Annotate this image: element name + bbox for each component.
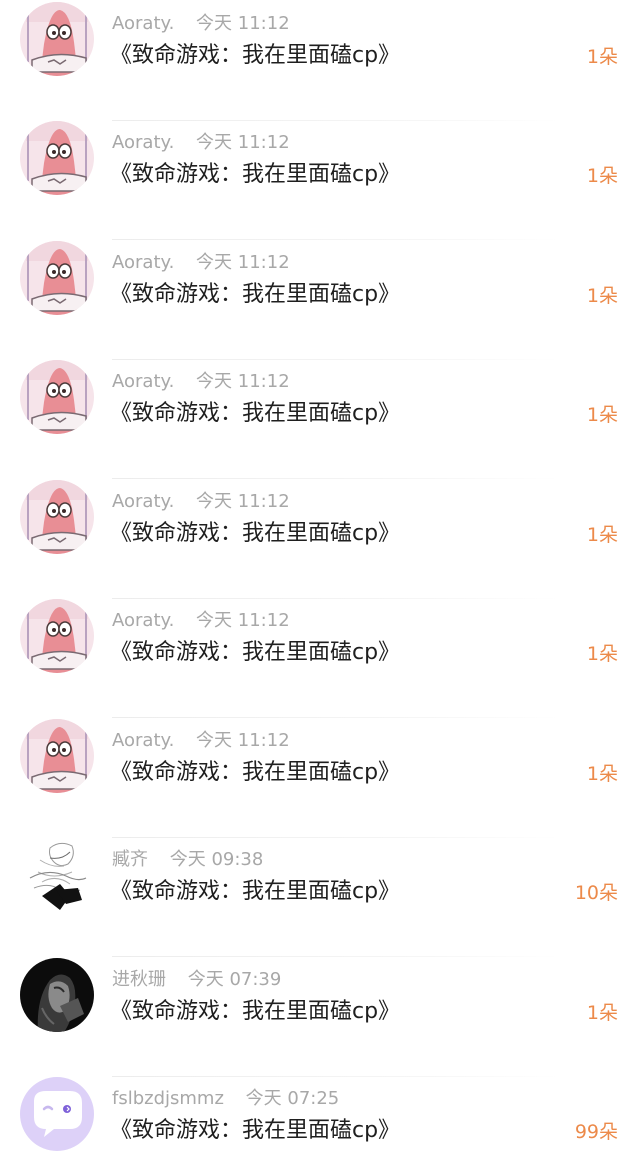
item-meta: 臧齐 今天 09:38 <box>112 848 263 872</box>
list-item[interactable]: 进秋珊 今天 07:39 《致命游戏：我在里面磕cp》 1朵 <box>0 958 640 1077</box>
book-title: 《致命游戏：我在里面磕cp》 <box>110 640 401 665</box>
book-title: 《致命游戏：我在里面磕cp》 <box>110 999 401 1024</box>
timestamp: 今天 11:12 <box>196 491 290 512</box>
user-name[interactable]: Aoraty. <box>112 13 174 34</box>
list-item[interactable]: Aoraty. 今天 11:12 《致命游戏：我在里面磕cp》 1朵 <box>0 360 640 479</box>
user-name[interactable]: Aoraty. <box>112 730 174 751</box>
item-meta: Aoraty. 今天 11:12 <box>112 729 290 753</box>
divider <box>112 956 560 957</box>
flower-count: 1朵 <box>586 763 618 785</box>
item-meta: Aoraty. 今天 11:12 <box>112 251 290 275</box>
patrick-avatar[interactable] <box>20 599 94 673</box>
item-meta: Aoraty. 今天 11:12 <box>112 12 290 36</box>
user-name[interactable]: Aoraty. <box>112 132 174 153</box>
book-title: 《致命游戏：我在里面磕cp》 <box>110 1118 401 1143</box>
item-meta: Aoraty. 今天 11:12 <box>112 370 290 394</box>
book-title: 《致命游戏：我在里面磕cp》 <box>110 162 401 187</box>
patrick-avatar[interactable] <box>20 719 94 793</box>
timestamp: 今天 11:12 <box>196 132 290 153</box>
flower-count: 1朵 <box>586 404 618 426</box>
list-item[interactable]: Aoraty. 今天 11:12 《致命游戏：我在里面磕cp》 1朵 <box>0 2 640 121</box>
user-name[interactable]: Aoraty. <box>112 491 174 512</box>
user-name[interactable]: 进秋珊 <box>112 969 166 990</box>
patrick-avatar[interactable] <box>20 241 94 315</box>
patrick-avatar[interactable] <box>20 480 94 554</box>
divider <box>112 717 560 718</box>
list-item[interactable]: Aoraty. 今天 11:12 《致命游戏：我在里面磕cp》 1朵 <box>0 480 640 599</box>
book-title: 《致命游戏：我在里面磕cp》 <box>110 521 401 546</box>
list-item[interactable]: Aoraty. 今天 11:12 《致命游戏：我在里面磕cp》 1朵 <box>0 241 640 360</box>
timestamp: 今天 07:39 <box>187 969 282 990</box>
divider <box>112 478 560 479</box>
flower-count: 1朵 <box>586 524 618 546</box>
item-meta: Aoraty. 今天 11:12 <box>112 609 290 633</box>
item-meta: fslbzdjsmmz 今天 07:25 <box>112 1087 339 1111</box>
flower-count: 1朵 <box>586 285 618 307</box>
timestamp: 今天 11:12 <box>196 371 290 392</box>
patrick-avatar[interactable] <box>20 121 94 195</box>
book-title: 《致命游戏：我在里面磕cp》 <box>110 401 401 426</box>
dark-portrait-avatar[interactable] <box>20 958 94 1032</box>
patrick-avatar[interactable] <box>20 2 94 76</box>
timestamp: 今天 07:25 <box>245 1088 340 1109</box>
item-meta: Aoraty. 今天 11:12 <box>112 131 290 155</box>
user-name[interactable]: Aoraty. <box>112 371 174 392</box>
book-title: 《致命游戏：我在里面磕cp》 <box>110 760 401 785</box>
flower-count: 1朵 <box>586 46 618 68</box>
user-name[interactable]: fslbzdjsmmz <box>112 1088 224 1109</box>
flower-count: 1朵 <box>586 165 618 187</box>
book-title: 《致命游戏：我在里面磕cp》 <box>110 43 401 68</box>
list-item[interactable]: Aoraty. 今天 11:12 《致命游戏：我在里面磕cp》 1朵 <box>0 121 640 240</box>
gift-record-list: Aoraty. 今天 11:12 《致命游戏：我在里面磕cp》 1朵 Aorat… <box>0 0 640 1166</box>
chat-bubble-avatar[interactable] <box>20 1077 94 1151</box>
item-meta: 进秋珊 今天 07:39 <box>112 968 281 992</box>
timestamp: 今天 11:12 <box>196 730 290 751</box>
user-name[interactable]: Aoraty. <box>112 252 174 273</box>
user-name[interactable]: Aoraty. <box>112 610 174 631</box>
timestamp: 今天 11:12 <box>196 13 290 34</box>
timestamp: 今天 09:38 <box>169 849 264 870</box>
timestamp: 今天 11:12 <box>196 252 290 273</box>
user-name[interactable]: 臧齐 <box>112 849 148 870</box>
patrick-avatar[interactable] <box>20 360 94 434</box>
divider <box>112 239 560 240</box>
list-item[interactable]: Aoraty. 今天 11:12 《致命游戏：我在里面磕cp》 1朵 <box>0 599 640 718</box>
book-title: 《致命游戏：我在里面磕cp》 <box>110 282 401 307</box>
timestamp: 今天 11:12 <box>196 610 290 631</box>
flower-count: 1朵 <box>586 1002 618 1024</box>
list-item[interactable]: Aoraty. 今天 11:12 《致命游戏：我在里面磕cp》 1朵 <box>0 719 640 838</box>
flower-count: 99朵 <box>574 1121 618 1143</box>
flower-count: 10朵 <box>574 882 618 904</box>
book-title: 《致命游戏：我在里面磕cp》 <box>110 879 401 904</box>
list-item[interactable]: fslbzdjsmmz 今天 07:25 《致命游戏：我在里面磕cp》 99朵 <box>0 1077 640 1166</box>
flower-count: 1朵 <box>586 643 618 665</box>
item-meta: Aoraty. 今天 11:12 <box>112 490 290 514</box>
list-item[interactable]: 臧齐 今天 09:38 《致命游戏：我在里面磕cp》 10朵 <box>0 838 640 957</box>
sketch-avatar[interactable] <box>20 838 94 912</box>
